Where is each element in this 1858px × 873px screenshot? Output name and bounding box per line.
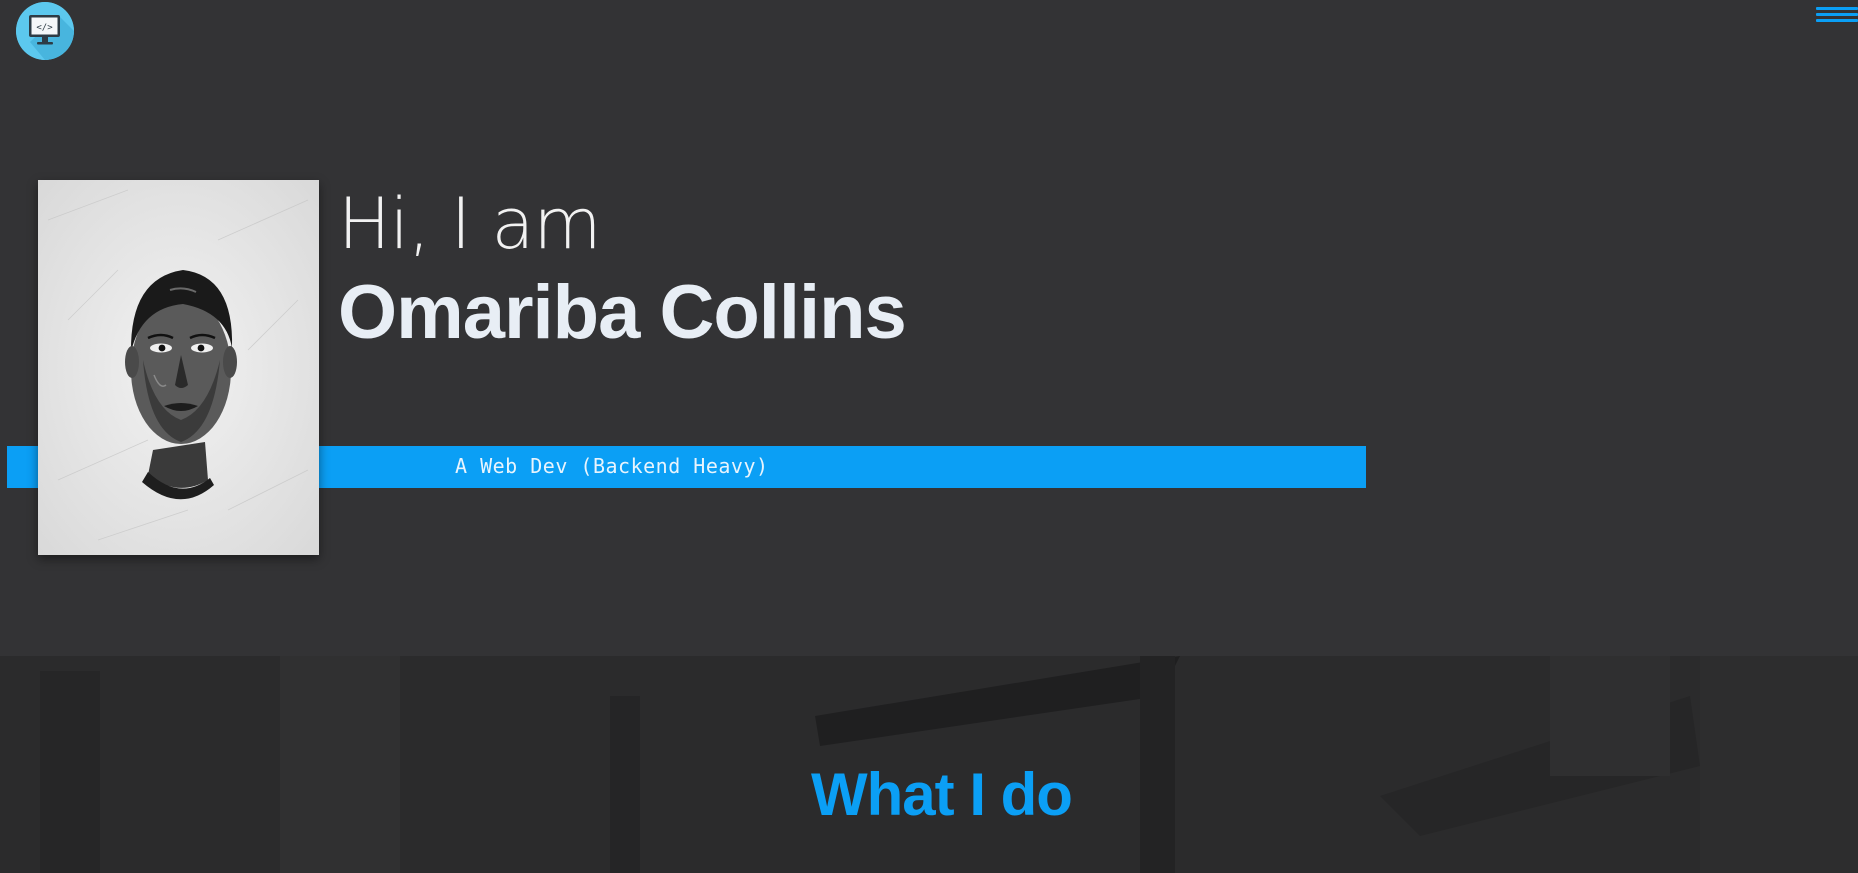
- hero-name: Omariba Collins: [338, 270, 907, 355]
- hamburger-menu-icon[interactable]: [1816, 4, 1858, 26]
- profile-portrait: [38, 180, 319, 555]
- hero-tagline: A Web Dev (Backend Heavy): [455, 454, 769, 478]
- logo-code-glyph: </>: [36, 23, 53, 33]
- section-title: What I do: [811, 761, 1073, 828]
- what-i-do-section: What I do: [0, 656, 1858, 873]
- page: </> Hi, I am Omariba Collins A Web Dev (…: [0, 0, 1858, 873]
- menu-line: [1816, 19, 1858, 22]
- site-logo[interactable]: </>: [16, 2, 74, 60]
- hero-section: </> Hi, I am Omariba Collins A Web Dev (…: [0, 0, 1858, 656]
- menu-line: [1816, 7, 1858, 10]
- portrait-sketch-image: [38, 180, 319, 555]
- hero-greeting: Hi, I am: [338, 183, 602, 265]
- menu-line: [1816, 13, 1858, 16]
- monitor-code-icon: </>: [16, 2, 74, 60]
